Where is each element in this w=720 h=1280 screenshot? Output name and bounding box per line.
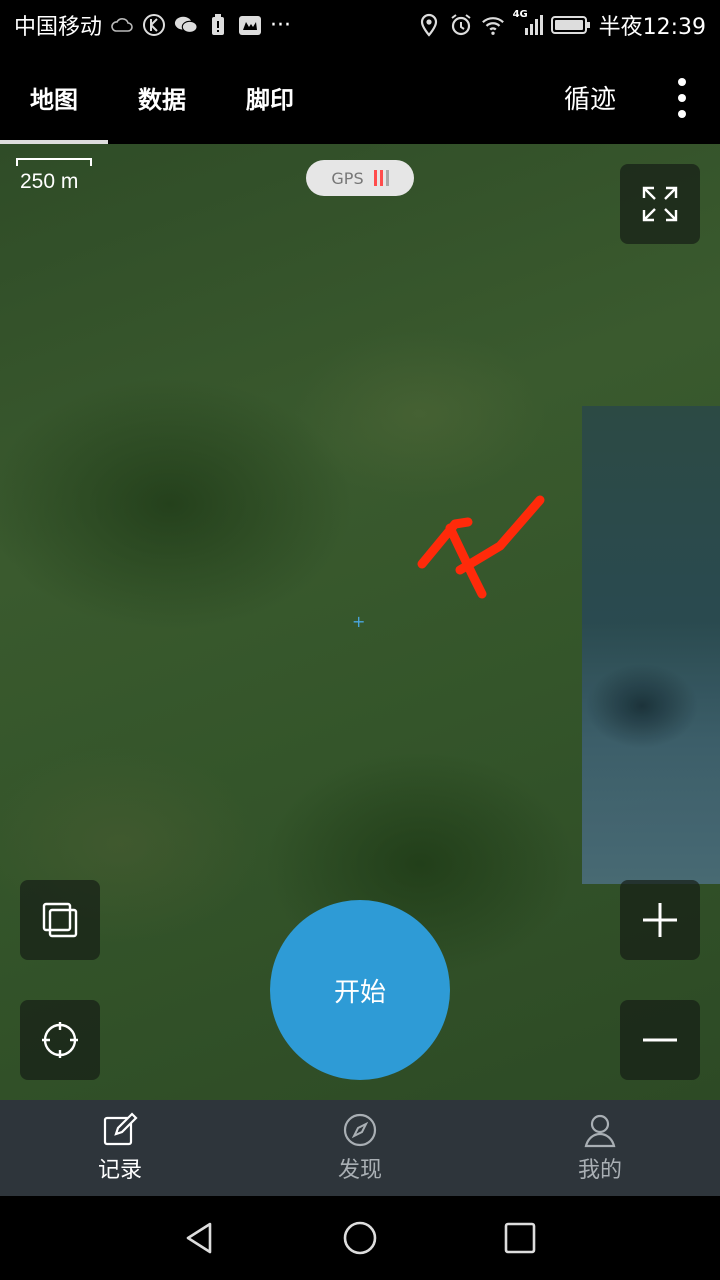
more-dots-icon: ···	[270, 12, 291, 38]
status-right: 4G 半夜12:39	[417, 9, 706, 41]
layers-button[interactable]	[20, 880, 100, 960]
battery-icon	[550, 13, 591, 37]
status-time: 半夜12:39	[598, 15, 706, 40]
nav-discover-label: 发现	[337, 1158, 382, 1183]
system-nav-bar	[0, 1196, 720, 1280]
bottom-nav: 记录 发现 我的	[0, 1100, 720, 1196]
zoom-in-button[interactable]	[620, 880, 700, 960]
gps-signal-bar	[373, 170, 377, 186]
gps-label: GPS	[331, 168, 364, 188]
zoom-out-button[interactable]	[620, 1000, 700, 1080]
recent-square-icon	[504, 1222, 536, 1254]
cat-icon	[238, 13, 262, 37]
wechat-icon	[174, 13, 198, 37]
home-button[interactable]	[336, 1214, 384, 1262]
start-button[interactable]: 开始	[270, 900, 450, 1080]
carrier-name: 中国移动	[14, 15, 103, 40]
compass-icon	[342, 1112, 378, 1148]
minus-icon	[643, 1038, 677, 1042]
layers-icon	[42, 902, 78, 938]
nav-record-label: 记录	[97, 1158, 142, 1183]
user-icon	[582, 1112, 618, 1148]
k-circle-icon	[142, 13, 166, 37]
gps-signal-bar	[379, 170, 383, 186]
recent-apps-button[interactable]	[496, 1214, 544, 1262]
map-satellite-patch	[582, 406, 720, 884]
map-center-marker: +	[352, 612, 366, 631]
back-triangle-icon	[186, 1222, 212, 1254]
signal-icon: 4G	[513, 9, 543, 37]
tab-map[interactable]: 地图	[0, 50, 108, 144]
tab-footprint[interactable]: 脚印	[216, 50, 324, 144]
scale-bar	[16, 158, 92, 166]
nav-record[interactable]: 记录	[0, 1100, 240, 1196]
map-scale: 250 m	[16, 158, 92, 198]
gps-status: GPS	[306, 160, 414, 196]
nav-discover[interactable]: 发现	[240, 1100, 480, 1196]
expand-icon	[642, 186, 678, 222]
hand-drawn-annotation	[417, 495, 545, 599]
back-button[interactable]	[176, 1214, 224, 1262]
gps-signal-icon	[373, 170, 389, 186]
wifi-icon	[481, 13, 505, 37]
location-icon	[417, 13, 441, 37]
plus-icon	[643, 903, 677, 937]
scale-label: 250 m	[20, 170, 79, 193]
edit-icon	[102, 1112, 138, 1148]
tab-data[interactable]: 数据	[108, 50, 216, 144]
top-tab-bar: 地图 数据 脚印 循迹	[0, 50, 720, 144]
more-vertical-icon[interactable]	[670, 78, 694, 118]
home-circle-icon	[343, 1221, 377, 1255]
locate-button[interactable]	[20, 1000, 100, 1080]
status-left: 中国移动 ···	[14, 9, 291, 41]
battery-small-icon	[206, 13, 230, 37]
cloud-icon	[110, 13, 134, 37]
status-bar: 中国移动 ··· 4G 半夜12:39	[0, 0, 720, 50]
crosshair-locate-icon	[42, 1022, 78, 1058]
nav-mine-label: 我的	[577, 1158, 622, 1183]
alarm-icon	[449, 13, 473, 37]
map-view[interactable]: 250 m GPS + 开始	[0, 144, 720, 1100]
fullscreen-button[interactable]	[620, 164, 700, 244]
network-type: 4G	[512, 9, 528, 20]
nav-mine[interactable]: 我的	[480, 1100, 720, 1196]
trail-button[interactable]: 循迹	[552, 50, 628, 144]
gps-signal-bar	[385, 170, 389, 186]
